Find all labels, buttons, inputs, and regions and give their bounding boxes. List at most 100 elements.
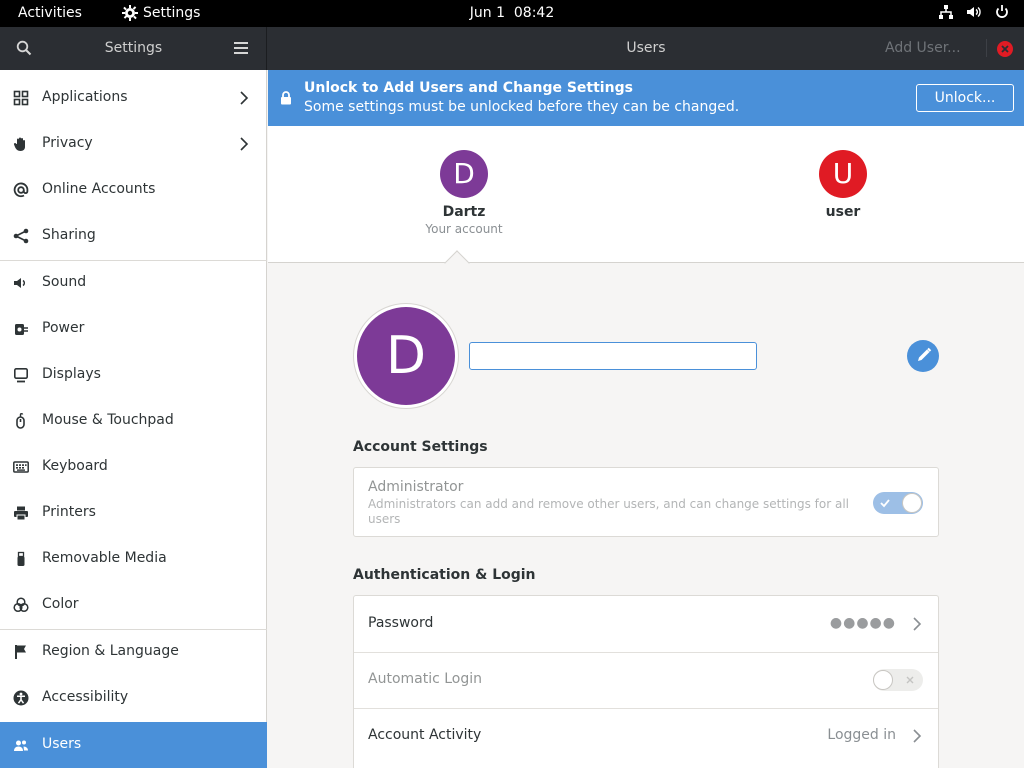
volume-icon xyxy=(967,6,981,18)
header-bar: Settings Users Add User... xyxy=(0,27,1024,70)
sidebar-item-applications[interactable]: Applications xyxy=(0,75,267,121)
clock-date: Jun 1 xyxy=(469,5,505,21)
sidebar-item-keyboard[interactable]: Keyboard xyxy=(0,444,267,490)
automatic-login-label: Automatic Login xyxy=(368,671,483,687)
speaker-icon xyxy=(14,278,25,288)
accessibility-icon xyxy=(13,690,29,706)
mouse-icon xyxy=(16,413,25,429)
network-icon xyxy=(939,5,953,19)
sidebar-item-label: Keyboard xyxy=(42,458,108,474)
chevron-right-icon xyxy=(240,91,249,105)
top-bar: Activities Settings Jun 1 08:42 xyxy=(0,0,1024,27)
account-activity-label: Account Activity xyxy=(368,727,482,743)
hand-icon xyxy=(13,137,25,151)
administrator-description: Administrators can add and remove other … xyxy=(368,497,849,526)
user-subtitle: Your account xyxy=(425,222,503,236)
flag-icon xyxy=(15,645,26,659)
system-tray[interactable] xyxy=(938,4,1010,20)
users-icon xyxy=(14,740,28,751)
chevron-right-icon xyxy=(913,617,922,631)
sidebar-item-label: Power xyxy=(42,320,85,336)
sidebar-item-sound[interactable]: Sound xyxy=(0,260,267,306)
sidebar-item-label: Users xyxy=(42,736,82,752)
administrator-label: Administrator xyxy=(368,479,464,495)
monitor-icon xyxy=(13,367,28,383)
sidebar-item-color[interactable]: Color xyxy=(0,582,267,628)
sidebar-item-accessibility[interactable]: Accessibility xyxy=(0,675,267,721)
sidebar-item-printers[interactable]: Printers xyxy=(0,490,267,536)
unlock-title: Unlock to Add Users and Change Settings xyxy=(304,80,633,96)
printer-icon xyxy=(14,506,28,521)
add-user-button[interactable]: Add User... xyxy=(885,40,961,56)
toggle-knob xyxy=(873,670,893,690)
hamburger-menu-icon[interactable] xyxy=(234,41,248,55)
share-icon xyxy=(13,228,29,244)
sidebar-item-users[interactable]: Users xyxy=(0,722,267,768)
sidebar-item-privacy[interactable]: Privacy xyxy=(0,121,267,167)
sidebar-item-mouse-touchpad[interactable]: Mouse & Touchpad xyxy=(0,398,267,444)
sidebar-item-displays[interactable]: Displays xyxy=(0,352,267,398)
clock[interactable]: Jun 1 08:42 xyxy=(0,5,1024,21)
sidebar-item-sharing[interactable]: Sharing xyxy=(0,213,267,259)
password-row[interactable]: Password ●●●●● xyxy=(354,596,938,652)
account-settings-panel: Administrator Administrators can add and… xyxy=(353,467,939,537)
sidebar-item-online-accounts[interactable]: Online Accounts xyxy=(0,167,267,213)
account-activity-value: Logged in xyxy=(827,727,896,743)
automatic-login-toggle[interactable] xyxy=(873,669,923,691)
close-icon xyxy=(1001,45,1009,53)
avatar: U xyxy=(819,150,867,198)
sidebar-item-label: Sound xyxy=(42,274,87,290)
usb-icon xyxy=(17,551,25,566)
auth-login-panel: Password ●●●●● Automatic Login Account A… xyxy=(353,595,939,768)
user-carousel: D Dartz Your account U user xyxy=(268,126,1024,276)
selection-arrow xyxy=(444,250,470,276)
sidebar-item-label: Removable Media xyxy=(42,550,167,566)
sidebar-item-label: Sharing xyxy=(42,227,96,243)
user-name-field[interactable] xyxy=(469,342,757,370)
pencil-icon xyxy=(918,347,932,361)
header-separator xyxy=(986,39,987,57)
sidebar-item-label: Printers xyxy=(42,504,96,520)
user-name: user xyxy=(825,204,861,220)
profile-avatar[interactable]: D xyxy=(357,307,455,405)
lock-icon xyxy=(281,91,291,105)
power-plug-icon xyxy=(15,324,28,335)
user-name: Dartz xyxy=(442,204,486,220)
account-activity-row[interactable]: Account Activity Logged in xyxy=(354,708,938,764)
close-button[interactable] xyxy=(997,41,1013,57)
sidebar-item-label: Applications xyxy=(42,89,128,105)
sidebar: Applications Privacy Online Accounts Sha… xyxy=(0,70,267,768)
sidebar-item-label: Privacy xyxy=(42,135,93,151)
chevron-right-icon xyxy=(913,729,922,743)
clock-time: 08:42 xyxy=(513,5,555,21)
sidebar-item-power[interactable]: Power xyxy=(0,306,267,352)
x-mark-icon xyxy=(906,676,914,684)
password-label: Password xyxy=(368,615,434,631)
edit-name-button[interactable] xyxy=(907,340,939,372)
chevron-right-icon xyxy=(240,137,249,151)
auth-login-heading: Authentication & Login xyxy=(353,567,536,583)
sidebar-item-label: Online Accounts xyxy=(42,181,156,197)
sidebar-title: Settings xyxy=(104,40,163,56)
toggle-knob xyxy=(902,493,922,513)
sidebar-item-label: Color xyxy=(42,596,79,612)
sidebar-item-label: Mouse & Touchpad xyxy=(42,412,174,428)
sidebar-item-removable-media[interactable]: Removable Media xyxy=(0,536,267,582)
power-icon xyxy=(996,5,1008,18)
sidebar-item-label: Accessibility xyxy=(42,689,129,705)
password-value: ●●●●● xyxy=(829,615,896,631)
sidebar-item-label: Displays xyxy=(42,366,101,382)
automatic-login-row: Automatic Login xyxy=(354,652,938,708)
check-icon xyxy=(880,499,890,508)
account-settings-heading: Account Settings xyxy=(353,439,488,455)
sidebar-header: Settings xyxy=(0,27,267,70)
sidebar-item-region-language[interactable]: Region & Language xyxy=(0,629,267,675)
keyboard-icon xyxy=(13,461,29,473)
unlock-subtitle: Some settings must be unlocked before th… xyxy=(304,99,740,115)
administrator-toggle[interactable] xyxy=(873,492,923,514)
grid-icon xyxy=(13,90,29,106)
sidebar-item-label: Region & Language xyxy=(42,643,179,659)
at-icon xyxy=(13,182,29,198)
color-icon xyxy=(13,597,29,613)
unlock-button[interactable]: Unlock... xyxy=(916,84,1014,112)
